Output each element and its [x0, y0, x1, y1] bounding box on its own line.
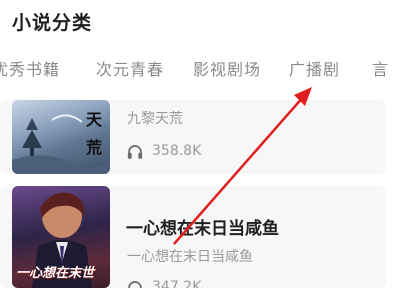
- book-cover[interactable]: 天 荒: [12, 100, 110, 174]
- cover-text: 一心想在末世: [16, 266, 95, 281]
- tab-excellent-books[interactable]: 优秀书籍: [0, 56, 60, 80]
- tab-youth[interactable]: 次元青春: [96, 56, 164, 80]
- cover-text: 荒: [86, 138, 103, 157]
- cover-text: 天: [86, 110, 103, 129]
- headphones-icon: [127, 145, 143, 159]
- headphones-icon: [128, 281, 142, 288]
- tab-film-theater[interactable]: 影视剧场: [193, 56, 261, 80]
- page-title: 小说分类: [12, 12, 93, 34]
- book-cover[interactable]: 一心想在末世: [12, 186, 110, 288]
- play-count: 347.2K: [152, 279, 202, 288]
- category-tabs: 优秀书籍 次元青春 影视剧场 广播剧 言: [0, 56, 411, 82]
- book-author: 一心想在末日当咸鱼: [127, 249, 253, 265]
- tab-radio-drama[interactable]: 广播剧: [289, 56, 340, 80]
- play-count: 358.8K: [152, 143, 202, 159]
- tab-romance[interactable]: 言: [372, 56, 389, 80]
- book-author: 九黎天荒: [127, 111, 183, 127]
- book-title[interactable]: 一心想在末日当咸鱼: [126, 214, 279, 239]
